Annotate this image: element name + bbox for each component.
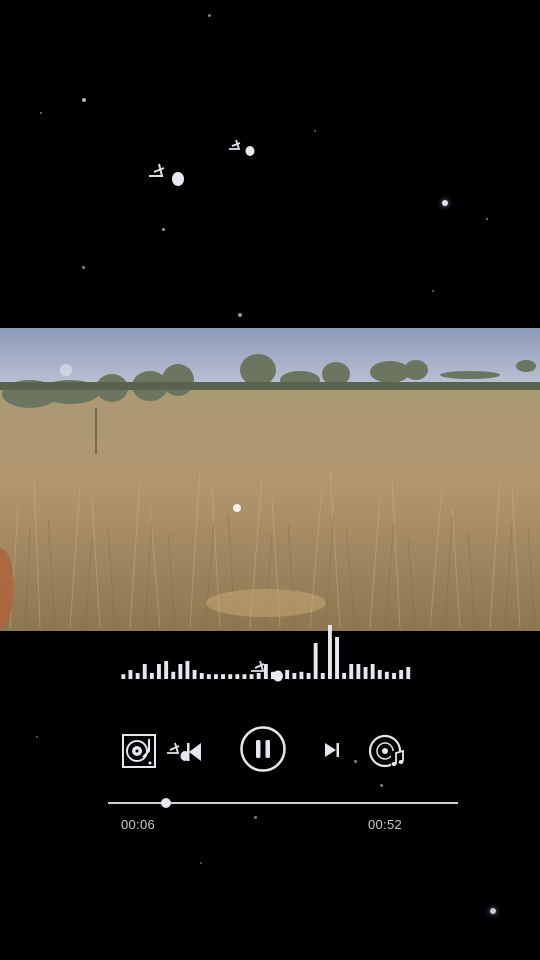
visualizer-bar — [306, 673, 311, 679]
previous-button[interactable] — [164, 734, 204, 768]
visualizer-bar — [370, 664, 375, 679]
next-button[interactable] — [320, 738, 344, 762]
visualizer-bar — [149, 673, 154, 679]
current-time: 00:06 — [121, 817, 156, 832]
visualizer-bar — [206, 674, 211, 679]
music-note-icon — [251, 660, 283, 682]
star — [82, 98, 86, 102]
visualizer-bar — [199, 673, 204, 679]
visualizer-bar — [399, 670, 404, 679]
visualizer-bar — [384, 671, 389, 679]
visualizer-bar — [406, 667, 411, 679]
star — [200, 862, 202, 864]
star — [442, 200, 448, 206]
visualizer-bar — [242, 674, 247, 679]
visualizer-bar — [135, 673, 140, 679]
visualizer-bar — [121, 674, 126, 679]
star — [40, 112, 42, 114]
grassland-image — [0, 328, 540, 631]
visualizer-bar — [185, 661, 190, 679]
star — [162, 228, 165, 231]
visualizer-bar — [228, 674, 233, 679]
visualizer-bar — [363, 667, 368, 679]
visualizer-bar — [214, 674, 218, 679]
music-disc-icon — [368, 734, 405, 769]
visualizer-bar — [157, 664, 161, 679]
seek-bar[interactable] — [108, 795, 458, 811]
visualizer-bar — [335, 637, 339, 679]
total-time: 00:52 — [368, 817, 403, 832]
visualizer-bar — [164, 661, 169, 679]
star — [254, 816, 257, 819]
playback-controls — [0, 720, 540, 780]
vinyl-player-icon — [122, 734, 156, 768]
star — [238, 313, 242, 317]
visualizer-bar — [356, 664, 361, 679]
visualizer-bar — [292, 673, 297, 679]
star — [380, 784, 383, 787]
visualizer-bar — [342, 673, 347, 679]
star — [314, 130, 316, 132]
seek-handle[interactable] — [161, 798, 172, 808]
music-note-icon — [149, 163, 184, 186]
visualizer-bar — [320, 673, 325, 679]
star — [432, 290, 434, 292]
visualizer-bar — [142, 664, 147, 679]
star — [208, 14, 211, 17]
playlist-button[interactable] — [120, 732, 158, 770]
visualizer-bar — [313, 643, 318, 679]
visualizer-bar — [178, 664, 183, 679]
next-icon — [325, 743, 339, 757]
video-frame[interactable] — [0, 328, 540, 631]
visualizer-bar — [128, 670, 133, 679]
visualizer-bar — [328, 625, 332, 679]
music-library-button[interactable] — [366, 730, 408, 772]
music-note-icon — [229, 139, 255, 156]
pause-icon — [240, 726, 286, 772]
star — [490, 908, 496, 914]
visualizer-bar — [221, 674, 225, 679]
visualizer-bar — [377, 670, 382, 679]
visualizer-bar — [392, 673, 396, 679]
star — [486, 218, 488, 220]
star — [82, 266, 85, 269]
play-pause-button[interactable] — [238, 724, 288, 774]
note-previous-icon — [167, 742, 201, 761]
visualizer-bar — [171, 671, 176, 679]
visualizer-bar — [349, 664, 354, 679]
visualizer-bar — [235, 674, 240, 679]
visualizer-bar — [299, 671, 304, 679]
visualizer-bar — [192, 670, 197, 679]
